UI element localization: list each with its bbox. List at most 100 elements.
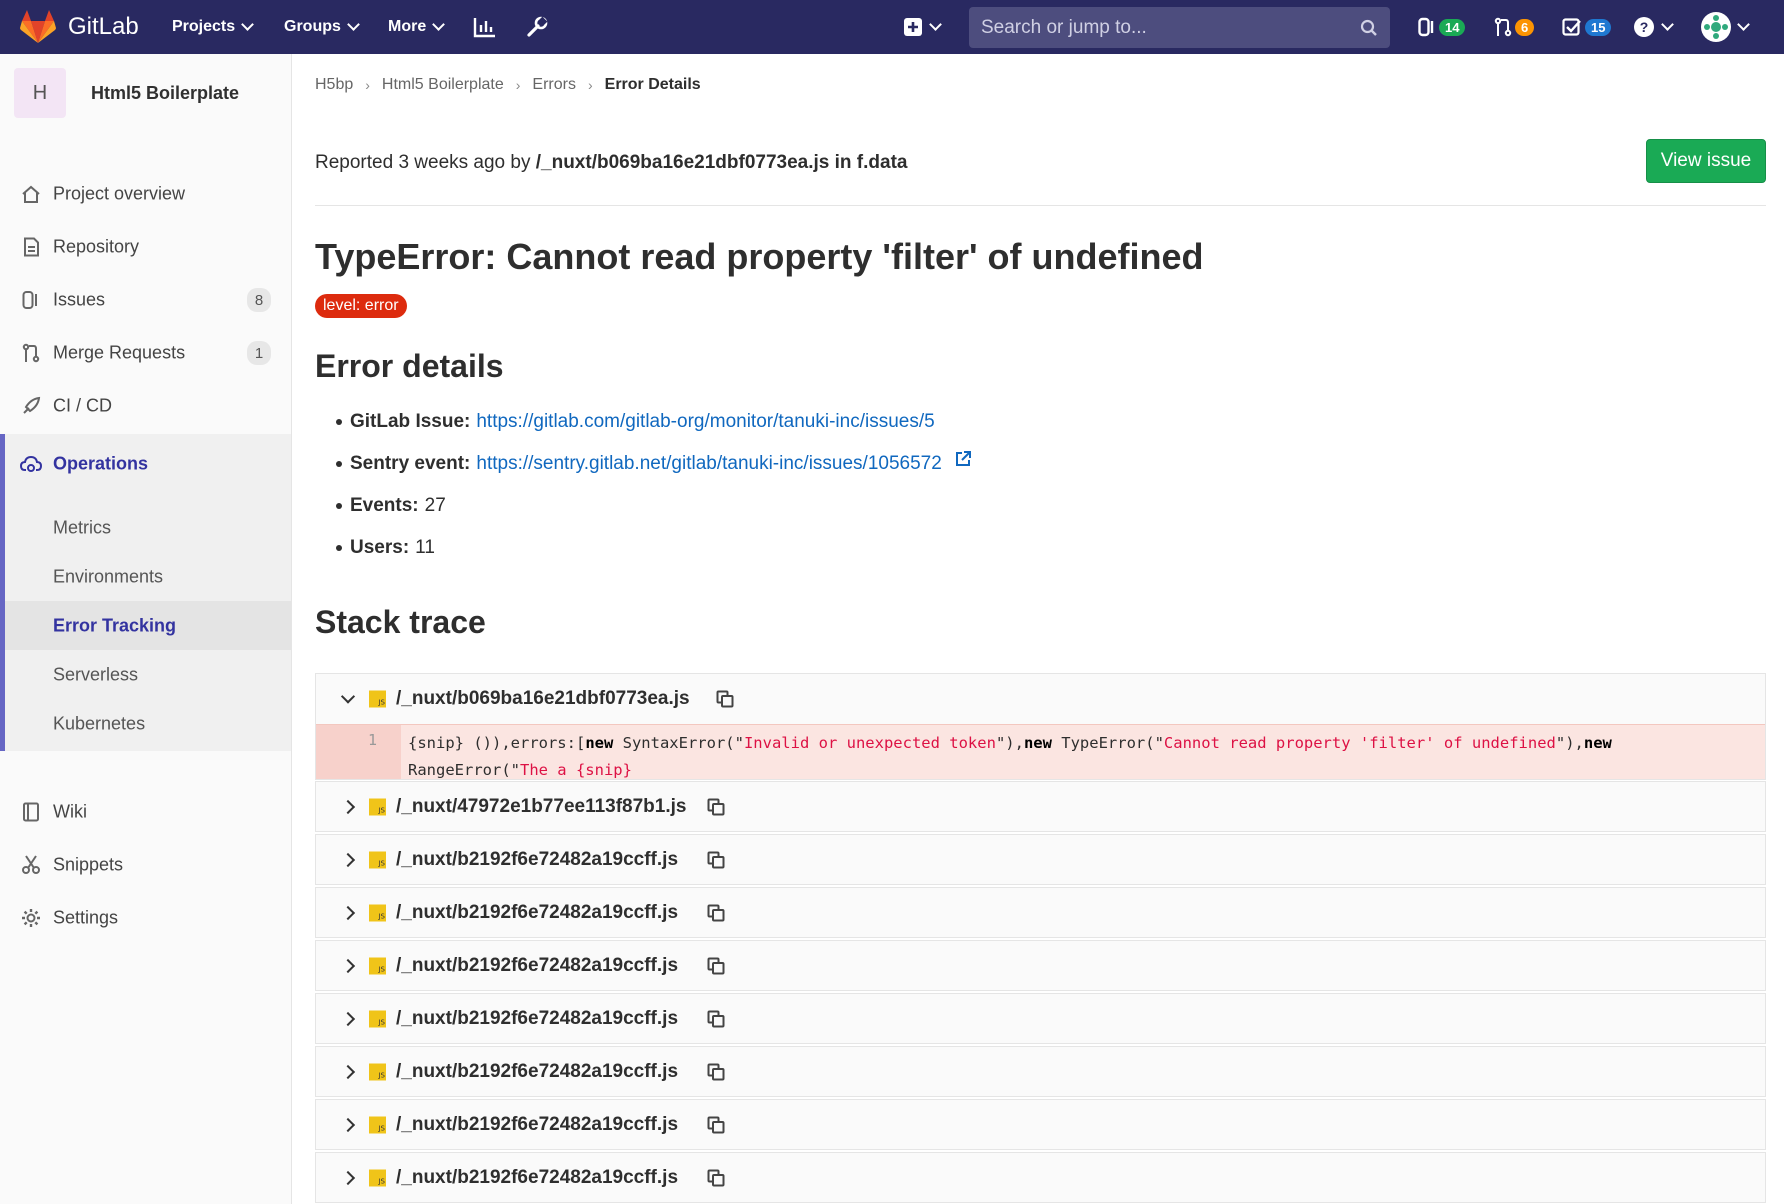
project-header[interactable]: H Html5 Boilerplate xyxy=(14,68,239,118)
sidebar-item-project-overview[interactable]: Project overview xyxy=(0,164,291,224)
sidebar-subitem-label: Serverless xyxy=(53,664,139,684)
chevron-down-icon xyxy=(241,18,255,31)
chevron-right-icon[interactable] xyxy=(340,852,356,867)
sidebar-subitem-environments[interactable]: Environments xyxy=(5,552,291,601)
breadcrumb-item[interactable]: Html5 Boilerplate xyxy=(382,76,504,94)
sidebar-item-label: Wiki xyxy=(53,801,87,822)
more-label: More xyxy=(388,18,427,35)
breadcrumb-item[interactable]: H5bp xyxy=(315,76,353,94)
copy-icon[interactable] xyxy=(707,957,725,975)
search-input[interactable]: Search or jump to... xyxy=(969,7,1390,48)
cloud-gear-icon xyxy=(20,453,42,475)
copy-icon[interactable] xyxy=(707,1169,725,1187)
copy-icon[interactable] xyxy=(716,690,734,708)
sidebar-item-label: CI / CD xyxy=(53,395,113,416)
stack-frame-filename: /_nuxt/b2192f6e72482a19ccff.js xyxy=(396,1060,679,1082)
chevron-right-icon[interactable] xyxy=(340,905,356,920)
stack-frame[interactable]: JS /_nuxt/b2192f6e72482a19ccff.js xyxy=(315,834,1766,885)
sidebar-subitem-metrics[interactable]: Metrics xyxy=(5,503,291,552)
js-file-icon: JS xyxy=(369,957,386,974)
divider xyxy=(315,205,1766,206)
sidebar-item-label: Project overview xyxy=(53,183,186,204)
sidebar-item-repository[interactable]: Repository xyxy=(0,217,291,277)
js-file-icon: JS xyxy=(369,1169,386,1186)
copy-icon[interactable] xyxy=(707,1063,725,1081)
report-culprit: /_nuxt/b069ba16e21dbf0773ea.js in f.data xyxy=(535,152,908,173)
sidebar-item-issues[interactable]: Issues 8 xyxy=(0,270,291,330)
groups-menu[interactable]: Groups xyxy=(284,0,360,54)
sidebar-item-merge-requests[interactable]: Merge Requests 1 xyxy=(0,323,291,383)
stack-frame[interactable]: JS /_nuxt/b2192f6e72482a19ccff.js xyxy=(315,993,1766,1044)
stack-frame-filename: /_nuxt/b069ba16e21dbf0773ea.js xyxy=(396,688,690,709)
copy-icon[interactable] xyxy=(707,798,725,816)
copy-icon[interactable] xyxy=(707,904,725,922)
chevron-right-icon[interactable] xyxy=(340,1011,356,1026)
users-value: 11 xyxy=(415,537,435,558)
stack-frame[interactable]: JS /_nuxt/b2192f6e72482a19ccff.js xyxy=(315,1046,1766,1097)
sidebar-item-snippets[interactable]: Snippets xyxy=(0,835,291,895)
stack-frame[interactable]: JS /_nuxt/b2192f6e72482a19ccff.js xyxy=(315,1099,1766,1150)
gitlab-issue-link[interactable]: https://gitlab.com/gitlab-org/monitor/ta… xyxy=(476,411,934,433)
stack-frame[interactable]: JS /_nuxt/b2192f6e72482a19ccff.js xyxy=(315,887,1766,938)
external-link-icon[interactable] xyxy=(954,450,972,468)
merge-request-icon xyxy=(20,342,42,364)
breadcrumb-item[interactable]: Errors xyxy=(532,76,576,94)
chevron-right-icon[interactable] xyxy=(340,1170,356,1185)
sidebar-subitem-error-tracking[interactable]: Error Tracking xyxy=(5,601,291,650)
copy-icon[interactable] xyxy=(707,851,725,869)
sidebar-item-ci-cd[interactable]: CI / CD xyxy=(0,376,291,436)
breadcrumb-current[interactable]: Error Details xyxy=(605,76,701,94)
stack-frame-header[interactable]: JS /_nuxt/b069ba16e21dbf0773ea.js xyxy=(316,674,1765,724)
admin-wrench-icon[interactable] xyxy=(525,0,549,54)
gitlab-issue-item: GitLab Issue: https://gitlab.com/gitlab-… xyxy=(350,411,935,433)
sidebar-item-wiki[interactable]: Wiki xyxy=(0,782,291,842)
sentry-event-link[interactable]: https://sentry.gitlab.net/gitlab/tanuki-… xyxy=(476,453,941,475)
chevron-right-icon[interactable] xyxy=(340,1064,356,1079)
chevron-down-icon xyxy=(1737,18,1750,31)
sidebar-item-settings[interactable]: Settings xyxy=(0,888,291,948)
js-file-icon: JS xyxy=(369,690,386,708)
chevron-down-icon xyxy=(432,18,446,31)
js-file-icon: JS xyxy=(369,1116,386,1133)
assigned-issues-button[interactable]: 14 xyxy=(1418,0,1466,54)
stack-frame[interactable]: JS /_nuxt/b2192f6e72482a19ccff.js xyxy=(315,1152,1766,1203)
more-menu[interactable]: More xyxy=(388,0,446,54)
chevron-right-icon[interactable] xyxy=(340,1117,356,1132)
sidebar-item-operations[interactable]: Operations xyxy=(0,434,291,494)
stack-frame-filename: /_nuxt/b2192f6e72482a19ccff.js xyxy=(396,848,679,870)
doc-icon xyxy=(20,236,42,258)
gitlab-logo[interactable]: GitLab xyxy=(20,10,139,44)
chevron-right-icon[interactable] xyxy=(340,799,356,814)
search-placeholder: Search or jump to... xyxy=(981,16,1147,38)
copy-icon[interactable] xyxy=(707,1116,725,1134)
error-title: TypeError: Cannot read property 'filter'… xyxy=(315,236,1204,277)
sidebar-subitem-label: Environments xyxy=(53,566,164,586)
sidebar-subitem-serverless[interactable]: Serverless xyxy=(5,650,291,699)
copy-icon[interactable] xyxy=(707,1010,725,1028)
sidebar-item-label: Settings xyxy=(53,907,119,928)
view-issue-button[interactable]: View issue xyxy=(1646,139,1766,183)
new-item-menu[interactable] xyxy=(903,0,942,54)
stack-frame[interactable]: JS /_nuxt/47972e1b77ee113f87b1.js xyxy=(315,781,1766,832)
operations-section: Operations Metrics Environments Error Tr… xyxy=(0,434,291,751)
help-menu[interactable]: ? xyxy=(1633,0,1674,54)
stack-frame[interactable]: JS /_nuxt/b2192f6e72482a19ccff.js xyxy=(315,940,1766,991)
projects-menu[interactable]: Projects xyxy=(172,0,255,54)
error-details-heading: Error details xyxy=(315,348,504,384)
sidebar-subitem-kubernetes[interactable]: Kubernetes xyxy=(5,699,291,748)
search-icon xyxy=(1360,19,1377,36)
stack-frame-filename: /_nuxt/b2192f6e72482a19ccff.js xyxy=(396,901,679,923)
activity-chart-icon[interactable] xyxy=(473,0,497,54)
sidebar: H Html5 Boilerplate Project overview Rep… xyxy=(0,54,292,1204)
chevron-right-icon[interactable] xyxy=(340,958,356,973)
projects-label: Projects xyxy=(172,18,236,35)
user-menu[interactable] xyxy=(1701,0,1750,54)
stack-frame: JS /_nuxt/b069ba16e21dbf0773ea.js 1 {sni… xyxy=(315,673,1766,780)
level-badge: level: error xyxy=(315,294,407,318)
report-line: Reported 3 weeks ago by /_nuxt/b069ba16e… xyxy=(315,152,907,174)
merge-requests-button[interactable]: 6 xyxy=(1494,0,1535,54)
issues-icon xyxy=(20,289,42,311)
chevron-down-icon[interactable] xyxy=(340,689,356,704)
todos-button[interactable]: 15 xyxy=(1562,0,1612,54)
todos-count-badge: 15 xyxy=(1585,18,1612,36)
